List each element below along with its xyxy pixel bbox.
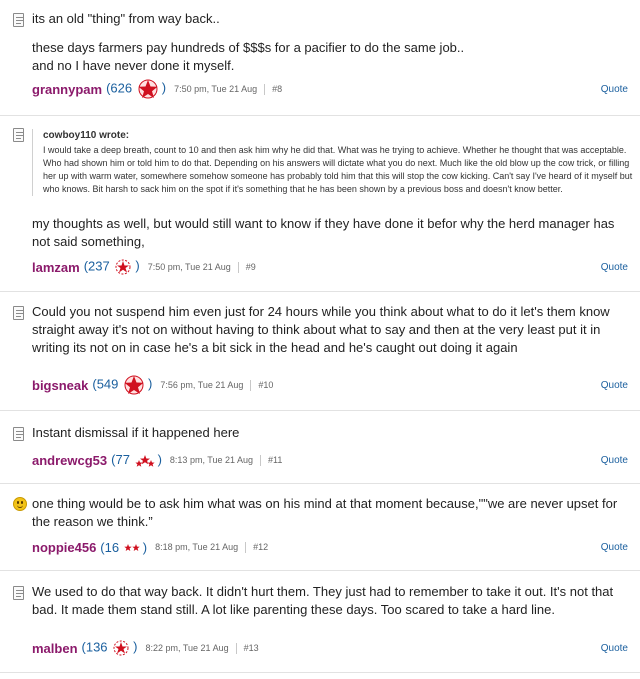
post-number[interactable]: #8 xyxy=(272,84,282,94)
username[interactable]: malben xyxy=(32,641,78,656)
post-text-line: and no I have never done it myself. xyxy=(32,58,235,73)
post-meta: noppie456 (16 ) 8:18 pm, Tue 21 Aug #12 xyxy=(32,537,268,557)
post-meta: malben (136 ) 8:22 pm, Tue 21 Aug #13 xyxy=(32,638,259,658)
quote-block: cowboy110 wrote: I would take a deep bre… xyxy=(32,129,633,196)
post-body: We used to do that way back. It didn't h… xyxy=(32,584,614,617)
post-time: 7:56 pm, Tue 21 Aug xyxy=(160,380,244,390)
document-icon xyxy=(13,13,24,27)
divider xyxy=(245,541,247,553)
divider xyxy=(237,261,239,273)
smiley-icon xyxy=(13,497,27,511)
post-text-line: its an old "thing" from way back.. xyxy=(32,11,220,26)
post-number[interactable]: #10 xyxy=(258,380,273,390)
quote-text: I would take a deep breath, count to 10 … xyxy=(43,145,633,194)
post-meta: andrewcg53 (77 ) 8:13 pm, Tue 21 Aug #11 xyxy=(32,450,282,470)
post-time: 7:50 pm, Tue 21 Aug xyxy=(147,262,231,272)
reputation-score: (626 ) xyxy=(106,79,166,99)
triple-star-badge-icon xyxy=(134,454,155,467)
username[interactable]: noppie456 xyxy=(32,540,96,555)
divider xyxy=(250,379,252,391)
quote-author: cowboy110 wrote: xyxy=(43,130,130,141)
reputation-score: (77 ) xyxy=(111,452,162,468)
post-number[interactable]: #9 xyxy=(246,262,256,272)
post-body: Could you not suspend him even just for … xyxy=(32,304,610,355)
star-badge-icon xyxy=(124,375,144,395)
post-number[interactable]: #12 xyxy=(253,542,268,552)
post-meta: bigsneak (549 ) 7:56 pm, Tue 21 Aug #10 xyxy=(32,375,273,395)
document-icon xyxy=(13,128,24,142)
post-divider xyxy=(0,570,640,571)
divider xyxy=(259,454,261,466)
document-icon xyxy=(13,306,24,320)
sparkle-badge-icon xyxy=(113,640,129,656)
quote-button[interactable]: Quote xyxy=(601,542,628,553)
double-star-badge-icon xyxy=(124,544,140,552)
post-number[interactable]: #13 xyxy=(244,643,259,653)
post-meta: grannypam (626 ) 7:50 pm, Tue 21 Aug #8 xyxy=(32,79,282,99)
quote-button[interactable]: Quote xyxy=(601,643,628,654)
divider xyxy=(264,83,266,95)
post-divider xyxy=(0,291,640,292)
quote-button[interactable]: Quote xyxy=(601,84,628,95)
quote-button[interactable]: Quote xyxy=(601,262,628,273)
username[interactable]: lamzam xyxy=(32,260,80,275)
post-time: 8:18 pm, Tue 21 Aug xyxy=(155,542,239,552)
post-text-line: these days farmers pay hundreds of $$$s … xyxy=(32,40,465,55)
username[interactable]: andrewcg53 xyxy=(32,453,107,468)
post-divider xyxy=(0,410,640,411)
star-badge-icon xyxy=(138,79,158,99)
reputation-score: (16 ) xyxy=(100,539,148,555)
quote-button[interactable]: Quote xyxy=(601,380,628,391)
post-divider xyxy=(0,115,640,116)
post-body: Instant dismissal if it happened here xyxy=(32,425,240,440)
post-time: 8:13 pm, Tue 21 Aug xyxy=(169,455,253,465)
post-body: its an old "thing" from way back.. these… xyxy=(32,10,622,75)
post-divider xyxy=(0,483,640,484)
document-icon xyxy=(13,586,24,600)
post-body: my thoughts as well, but would still wan… xyxy=(32,216,615,249)
sparkle-badge-icon xyxy=(115,259,131,275)
post-divider xyxy=(0,672,640,673)
username[interactable]: grannypam xyxy=(32,82,102,97)
reputation-score: (136 ) xyxy=(82,639,138,657)
divider xyxy=(235,642,237,654)
post-meta: lamzam (237 ) 7:50 pm, Tue 21 Aug #9 xyxy=(32,257,256,277)
post-body: one thing would be to ask him what was o… xyxy=(32,496,618,529)
quote-button[interactable]: Quote xyxy=(601,455,628,466)
reputation-score: (237 ) xyxy=(84,258,140,276)
reputation-score: (549 ) xyxy=(92,375,152,395)
post-time: 7:50 pm, Tue 21 Aug xyxy=(174,84,258,94)
document-icon xyxy=(13,427,24,441)
post-number[interactable]: #11 xyxy=(268,455,282,465)
post-time: 8:22 pm, Tue 21 Aug xyxy=(145,643,229,653)
username[interactable]: bigsneak xyxy=(32,378,88,393)
